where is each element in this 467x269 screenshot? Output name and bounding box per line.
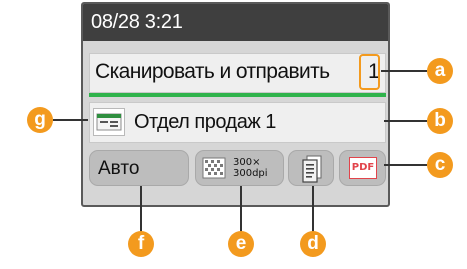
callout-a: a xyxy=(427,58,453,84)
leader-line-e xyxy=(240,186,242,232)
color-mode-button[interactable]: Авто xyxy=(89,150,189,186)
datetime-text: 08/28 3:21 xyxy=(91,11,183,33)
file-format-button[interactable]: PDF xyxy=(339,150,386,186)
leader-line-f xyxy=(140,186,142,232)
two-sided-document-icon xyxy=(301,155,323,188)
destination-name: Отдел продаж 1 xyxy=(134,111,276,133)
resolution-line-2: 300dpi xyxy=(233,168,268,179)
resolution-value: 300× 300dpi xyxy=(233,157,268,179)
callout-g: g xyxy=(27,107,53,133)
leader-line-g xyxy=(53,119,88,121)
pdf-icon-label: PDF xyxy=(351,162,375,173)
color-mode-label: Авто xyxy=(98,158,140,179)
leader-line-a xyxy=(381,70,427,72)
callout-e: e xyxy=(228,231,254,257)
destination-field[interactable]: Отдел продаж 1 xyxy=(89,102,386,143)
resolution-line-1: 300× xyxy=(233,157,261,168)
leader-line-b xyxy=(384,120,427,122)
count-highlight xyxy=(359,54,380,90)
callout-f: f xyxy=(128,231,154,257)
pdf-icon: PDF xyxy=(349,157,377,179)
resolution-button[interactable]: 300× 300dpi xyxy=(195,150,284,186)
resolution-grid-icon xyxy=(202,157,226,184)
callout-c: c xyxy=(427,152,453,178)
figure-root: 08/28 3:21 Сканировать и отправить 1 Отд… xyxy=(0,0,467,269)
progress-indicator xyxy=(89,93,386,97)
address-book-icon xyxy=(93,108,125,136)
status-bar: 08/28 3:21 xyxy=(83,4,388,41)
job-title: Сканировать и отправить xyxy=(95,60,330,83)
job-title-field[interactable]: Сканировать и отправить 1 xyxy=(89,53,386,93)
leader-line-c xyxy=(384,164,427,166)
device-screen: 08/28 3:21 Сканировать и отправить 1 Отд… xyxy=(81,2,390,207)
callout-d: d xyxy=(300,231,326,257)
callout-b: b xyxy=(427,108,453,134)
duplex-button[interactable] xyxy=(288,150,334,186)
leader-line-d xyxy=(312,186,314,232)
